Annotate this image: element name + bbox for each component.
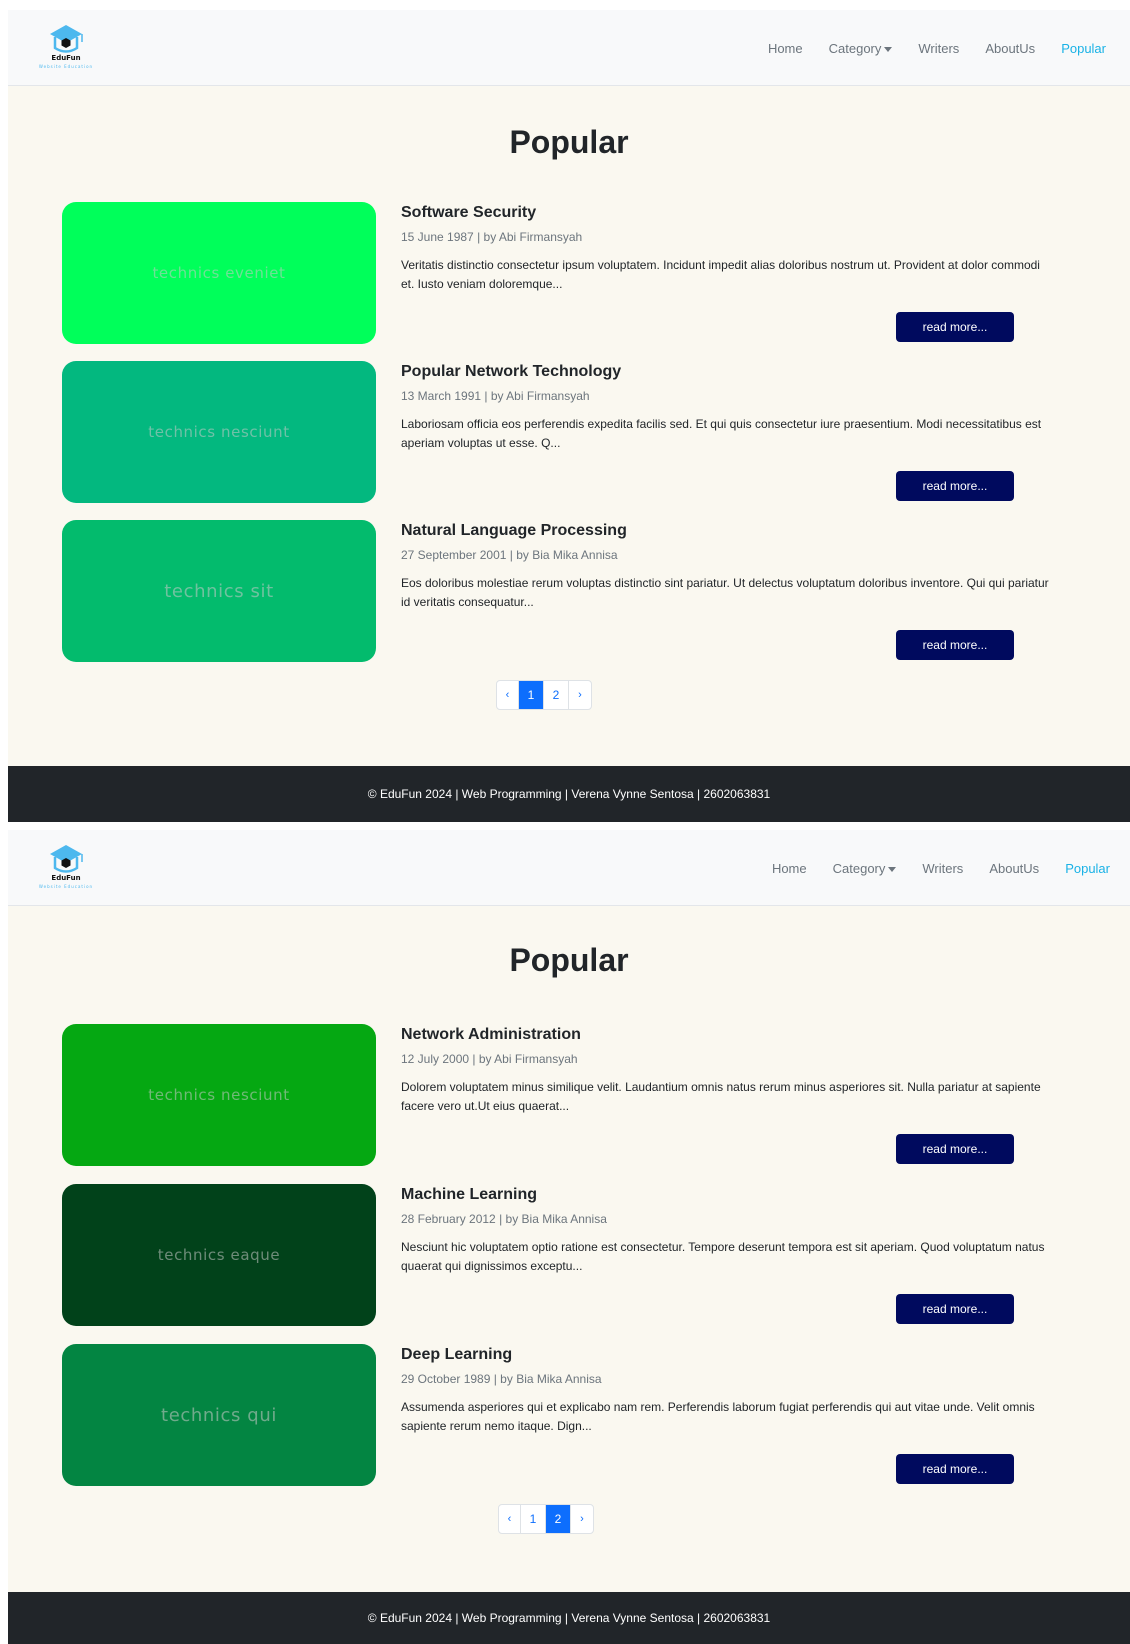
article-excerpt: Laboriosam officia eos perferendis exped… — [401, 417, 1042, 450]
navbar: EduFun Website Education Home Category W… — [8, 10, 1130, 86]
brand-tagline: Website Education — [39, 884, 93, 889]
footer-text: © EduFun 2024 | Web Programming | Verena… — [367, 1611, 771, 1625]
read-more-button[interactable]: read more... — [896, 630, 1014, 660]
article-meta: 15 June 1987 | by Abi Firmansyah — [401, 230, 583, 244]
article-meta: 27 September 2001 | by Bia Mika Annisa — [401, 548, 618, 562]
popular-page-2: EduFun Website Education Home Category W… — [8, 830, 1130, 1644]
article-excerpt: Eos doloribus molestiae rerum voluptas d… — [401, 576, 1049, 609]
article-card: technics sit Natural Language Processing… — [62, 520, 1068, 662]
pagination: ‹ 1 2 › — [496, 680, 592, 710]
graduation-cap-logo-icon: EduFun Website Education — [39, 25, 93, 69]
article-thumbnail[interactable]: technics sit — [62, 520, 376, 662]
read-more-button[interactable]: read more... — [896, 471, 1014, 501]
nav-aboutus[interactable]: AboutUs — [989, 861, 1039, 876]
article-title: Natural Language Processing — [401, 522, 627, 539]
article-body: Deep Learning 29 October 1989 | by Bia M… — [401, 1346, 1068, 1436]
pagination-page-1[interactable]: 1 — [519, 681, 544, 709]
article-card: technics eaque Machine Learning 28 Febru… — [62, 1184, 1068, 1326]
nav-category-dropdown[interactable]: Category — [833, 861, 897, 876]
page-title: Popular — [509, 124, 629, 160]
article-body: Network Administration 12 July 2000 | by… — [401, 1026, 1068, 1116]
article-title: Deep Learning — [401, 1346, 513, 1363]
footer: © EduFun 2024 | Web Programming | Verena… — [8, 766, 1130, 822]
nav-links: Home Category Writers AboutUs Popular — [772, 830, 1110, 906]
nav-home[interactable]: Home — [768, 41, 803, 56]
thumbnail-text: technics eaque — [157, 1246, 281, 1264]
brand-name: EduFun — [51, 54, 80, 62]
edufun-logo[interactable]: EduFun Website Education — [32, 842, 100, 892]
article-thumbnail[interactable]: technics qui — [62, 1344, 376, 1486]
navbar: EduFun Website Education Home Category W… — [8, 830, 1130, 906]
pagination-prev[interactable]: ‹ — [497, 681, 519, 709]
nav-category-label: Category — [832, 860, 886, 876]
main-content: Popular technics nesciunt Network Admini… — [8, 906, 1130, 1592]
article-body: Popular Network Technology 13 March 1991… — [401, 363, 1068, 453]
nav-writers[interactable]: Writers — [922, 861, 963, 876]
thumbnail-text: technics qui — [161, 1404, 277, 1426]
article-body: Software Security 15 June 1987 | by Abi … — [401, 204, 1068, 294]
article-thumbnail[interactable]: technics nesciunt — [62, 1024, 376, 1166]
footer: © EduFun 2024 | Web Programming | Verena… — [8, 1592, 1130, 1644]
article-meta: 12 July 2000 | by Abi Firmansyah — [401, 1052, 578, 1066]
article-excerpt: Nesciunt hic voluptatem optio ratione es… — [401, 1240, 1045, 1273]
read-more-button[interactable]: read more... — [896, 1134, 1014, 1164]
article-title: Popular Network Technology — [401, 363, 622, 380]
article-card: technics qui Deep Learning 29 October 19… — [62, 1344, 1068, 1486]
read-more-button[interactable]: read more... — [896, 312, 1014, 342]
page-title: Popular — [509, 942, 629, 978]
popular-page-1: EduFun Website Education Home Category W… — [8, 10, 1130, 830]
footer-text: © EduFun 2024 | Web Programming | Verena… — [367, 787, 771, 801]
nav-category-label: Category — [828, 40, 882, 56]
article-excerpt: Dolorem voluptatem minus similique velit… — [401, 1080, 1041, 1113]
main-content: Popular technics eveniet Software Securi… — [8, 86, 1130, 766]
article-thumbnail[interactable]: technics eaque — [62, 1184, 376, 1326]
article-meta: 13 March 1991 | by Abi Firmansyah — [401, 389, 590, 403]
article-card: technics nesciunt Popular Network Techno… — [62, 361, 1068, 503]
article-thumbnail[interactable]: technics eveniet — [62, 202, 376, 344]
nav-aboutus[interactable]: AboutUs — [985, 41, 1035, 56]
nav-links: Home Category Writers AboutUs Popular — [768, 10, 1106, 86]
edufun-logo[interactable]: EduFun Website Education — [32, 22, 100, 72]
article-thumbnail[interactable]: technics nesciunt — [62, 361, 376, 503]
pagination-next[interactable]: › — [569, 681, 591, 709]
thumbnail-text: technics sit — [164, 580, 274, 602]
pagination-prev[interactable]: ‹ — [499, 1505, 521, 1533]
read-more-button[interactable]: read more... — [896, 1454, 1014, 1484]
pagination-page-2[interactable]: 2 — [546, 1505, 571, 1533]
article-title: Machine Learning — [401, 1186, 538, 1203]
article-meta: 28 February 2012 | by Bia Mika Annisa — [401, 1212, 607, 1226]
pagination: ‹ 1 2 › — [498, 1504, 594, 1534]
nav-writers[interactable]: Writers — [918, 41, 959, 56]
pagination-page-2[interactable]: 2 — [544, 681, 569, 709]
article-card: technics nesciunt Network Administration… — [62, 1024, 1068, 1166]
thumbnail-text: technics eveniet — [152, 264, 286, 282]
caret-down-icon — [888, 866, 897, 872]
article-meta: 29 October 1989 | by Bia Mika Annisa — [401, 1372, 602, 1386]
thumbnail-text: technics nesciunt — [148, 423, 290, 441]
graduation-cap-logo-icon: EduFun Website Education — [39, 845, 93, 889]
article-excerpt: Assumenda asperiores qui et explicabo na… — [401, 1400, 1035, 1433]
caret-down-icon — [884, 46, 893, 52]
brand-tagline: Website Education — [39, 64, 93, 69]
thumbnail-text: technics nesciunt — [148, 1086, 290, 1104]
nav-popular[interactable]: Popular — [1065, 861, 1110, 876]
nav-popular[interactable]: Popular — [1061, 41, 1106, 56]
article-title: Network Administration — [401, 1026, 581, 1043]
article-excerpt: Veritatis distinctio consectetur ipsum v… — [401, 258, 1040, 291]
brand-name: EduFun — [51, 874, 80, 882]
article-title: Software Security — [401, 204, 537, 221]
nav-category-dropdown[interactable]: Category — [829, 41, 893, 56]
read-more-button[interactable]: read more... — [896, 1294, 1014, 1324]
pagination-next[interactable]: › — [571, 1505, 593, 1533]
nav-home[interactable]: Home — [772, 861, 807, 876]
article-body: Natural Language Processing 27 September… — [401, 522, 1068, 612]
article-card: technics eveniet Software Security 15 Ju… — [62, 202, 1068, 344]
pagination-page-1[interactable]: 1 — [521, 1505, 546, 1533]
article-body: Machine Learning 28 February 2012 | by B… — [401, 1186, 1068, 1276]
